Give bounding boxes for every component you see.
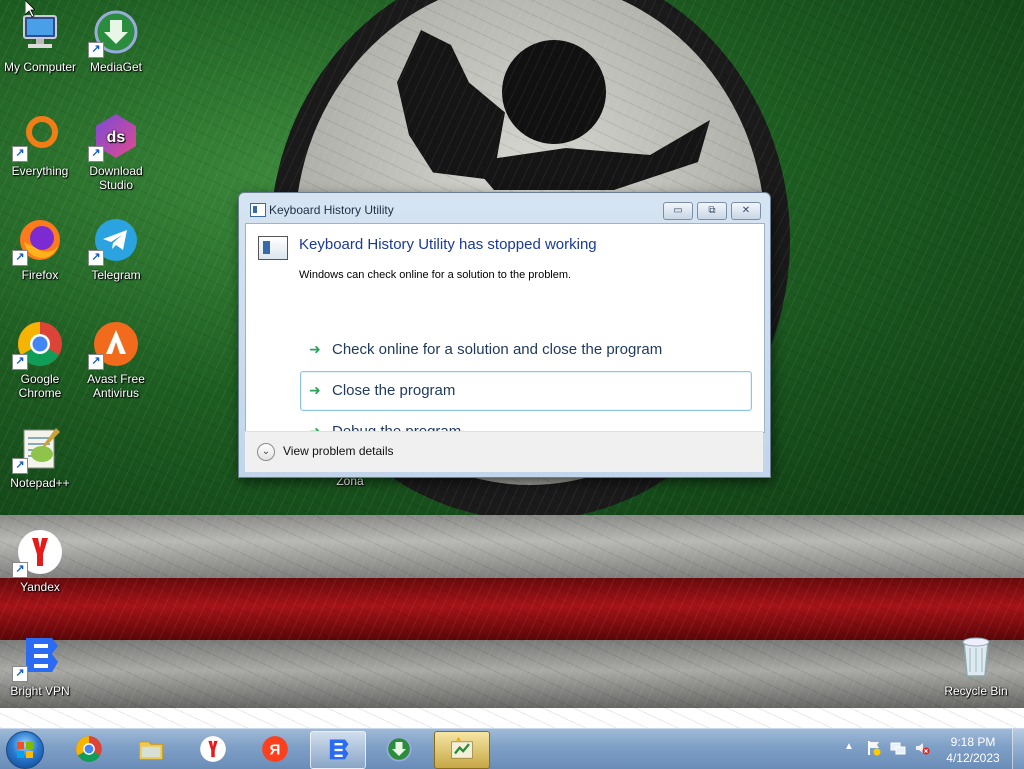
chevron-down-icon[interactable]: ⌄ <box>257 443 275 461</box>
volume-muted-icon[interactable] <box>914 740 930 756</box>
yandex-browser-icon: ↗ <box>12 528 64 578</box>
desktop-icon-label: Google Chrome <box>18 372 62 400</box>
notepad-plus-plus-icon: ↗ <box>12 424 64 474</box>
windows-logo-icon <box>17 742 33 758</box>
yandex-icon: Я <box>262 736 288 762</box>
taskbar-yandex[interactable]: Я <box>248 731 302 767</box>
everything-search-icon: ↗ <box>12 112 64 162</box>
mediaget-icon: ↗ <box>88 8 140 58</box>
computer-icon <box>16 8 64 56</box>
program-icon <box>258 236 288 260</box>
shortcut-arrow-icon: ↗ <box>12 458 28 474</box>
desktop-icon-label: Download Studio <box>89 164 143 192</box>
desktop-icon-google-chrome[interactable]: ↗ Google Chrome <box>0 320 80 400</box>
show-hidden-icons-button[interactable]: ▲ <box>844 741 854 752</box>
shortcut-arrow-icon: ↗ <box>88 354 104 370</box>
start-button[interactable] <box>6 731 44 769</box>
taskbar-keyboard-history-utility[interactable] <box>434 731 490 769</box>
command-label: Close the program <box>332 382 456 399</box>
maximize-button[interactable]: ⧉ <box>697 202 727 220</box>
shortcut-arrow-icon: ↗ <box>88 42 104 58</box>
view-problem-details-link[interactable]: View problem details <box>283 444 394 458</box>
close-program-button[interactable]: ➜ Close the program <box>300 371 752 411</box>
download-studio-icon: ds ↗ <box>88 112 140 162</box>
desktop-icon-label: Everything <box>11 164 69 178</box>
shortcut-arrow-icon: ↗ <box>12 354 28 370</box>
shortcut-arrow-icon: ↗ <box>12 146 28 162</box>
close-button[interactable]: ✕ <box>731 202 761 220</box>
desktop-icon-everything[interactable]: ↗ Everything <box>0 112 80 178</box>
dialog-titlebar[interactable]: Keyboard History Utility ▭ ⧉ ✕ <box>239 193 770 225</box>
shortcut-arrow-icon: ↗ <box>12 250 28 266</box>
taskbar-chrome[interactable] <box>62 731 116 767</box>
desktop-icon-telegram[interactable]: ↗ Telegram <box>76 216 156 282</box>
main-instruction: Keyboard History Utility has stopped wor… <box>299 236 597 253</box>
desktop-icon-download-studio[interactable]: ds ↗ Download Studio <box>76 112 156 192</box>
bright-vpn-icon: ↗ <box>12 632 64 682</box>
bright-vpn-icon <box>329 739 349 760</box>
show-desktop-button[interactable] <box>1012 729 1024 769</box>
desktop-icon-mediaget[interactable]: ↗ MediaGet <box>76 8 156 74</box>
shortcut-arrow-icon: ↗ <box>12 666 28 682</box>
chrome-icon: ↗ <box>12 320 64 370</box>
dialog-title: Keyboard History Utility <box>269 203 394 217</box>
taskbar-mediaget[interactable] <box>372 731 426 767</box>
desktop-icon-label: Bright VPN <box>10 684 70 698</box>
desktop-icon-label: Telegram <box>91 268 141 282</box>
sub-instruction: Windows can check online for a solution … <box>299 269 572 281</box>
taskbar: Я ▲ 9:18 PM 4/12/2023 <box>0 728 1024 769</box>
svg-text:ds: ds <box>107 129 126 146</box>
desktop-icon-avast[interactable]: ↗ Avast Free Antivirus <box>76 320 156 400</box>
avast-icon: ↗ <box>88 320 140 370</box>
shortcut-arrow-icon: ↗ <box>88 146 104 162</box>
desktop-icon-label: My Computer <box>3 60 77 74</box>
dialog-content: Keyboard History Utility has stopped wor… <box>245 223 765 440</box>
yandex-browser-icon <box>200 736 226 762</box>
minimize-button[interactable]: ▭ <box>663 202 693 220</box>
shortcut-arrow-icon: ↗ <box>12 562 28 578</box>
recycle-bin-icon <box>952 632 1000 680</box>
taskbar-bright-vpn[interactable] <box>310 731 366 769</box>
green-arrow-icon: ➜ <box>309 382 321 398</box>
taskbar-yandex-browser[interactable] <box>186 731 240 767</box>
desktop-icon-yandex[interactable]: ↗ Yandex <box>0 528 80 594</box>
system-clock[interactable]: 9:18 PM 4/12/2023 <box>940 734 1006 766</box>
command-label: Check online for a solution and close th… <box>332 341 663 358</box>
shortcut-arrow-icon: ↗ <box>88 250 104 266</box>
telegram-icon: ↗ <box>88 216 140 266</box>
mediaget-icon <box>386 736 412 762</box>
clock-date: 4/12/2023 <box>946 751 1000 765</box>
dialog-footer: ⌄ View problem details <box>245 431 763 472</box>
firefox-icon: ↗ <box>12 216 64 266</box>
desktop-icon-notepad-plus-plus[interactable]: ↗ Notepad++ <box>0 424 80 490</box>
desktop-icon-label: Recycle Bin <box>944 684 1008 698</box>
app-window-icon <box>250 203 266 217</box>
desktop-icon-recycle-bin[interactable]: Recycle Bin <box>936 632 1016 698</box>
svg-text:Я: Я <box>270 741 281 758</box>
error-dialog: Keyboard History Utility ▭ ⧉ ✕ Keyboard … <box>238 192 771 478</box>
desktop-icon-label: MediaGet <box>89 60 143 74</box>
desktop-icon-label: Firefox <box>21 268 59 282</box>
check-online-button[interactable]: ➜ Check online for a solution and close … <box>300 330 752 370</box>
desktop-icon-label: Notepad++ <box>10 476 70 490</box>
taskbar-explorer[interactable] <box>124 731 178 767</box>
chrome-icon <box>76 736 102 762</box>
clock-time: 9:18 PM <box>950 735 996 749</box>
network-icon[interactable] <box>890 740 906 756</box>
green-arrow-icon: ➜ <box>309 341 321 357</box>
desktop-icon-firefox[interactable]: ↗ Firefox <box>0 216 80 282</box>
desktop-icon-label: Avast Free Antivirus <box>87 372 145 400</box>
desktop-icon-bright-vpn[interactable]: ↗ Bright VPN <box>0 632 80 698</box>
desktop-icon-my-computer[interactable]: My Computer <box>0 8 80 74</box>
mouse-pointer-icon <box>25 0 35 18</box>
desktop-icon-label: Yandex <box>20 580 60 594</box>
folder-icon <box>139 741 163 760</box>
keyboard-history-icon <box>451 737 473 759</box>
action-center-flag-icon[interactable] <box>866 740 882 756</box>
